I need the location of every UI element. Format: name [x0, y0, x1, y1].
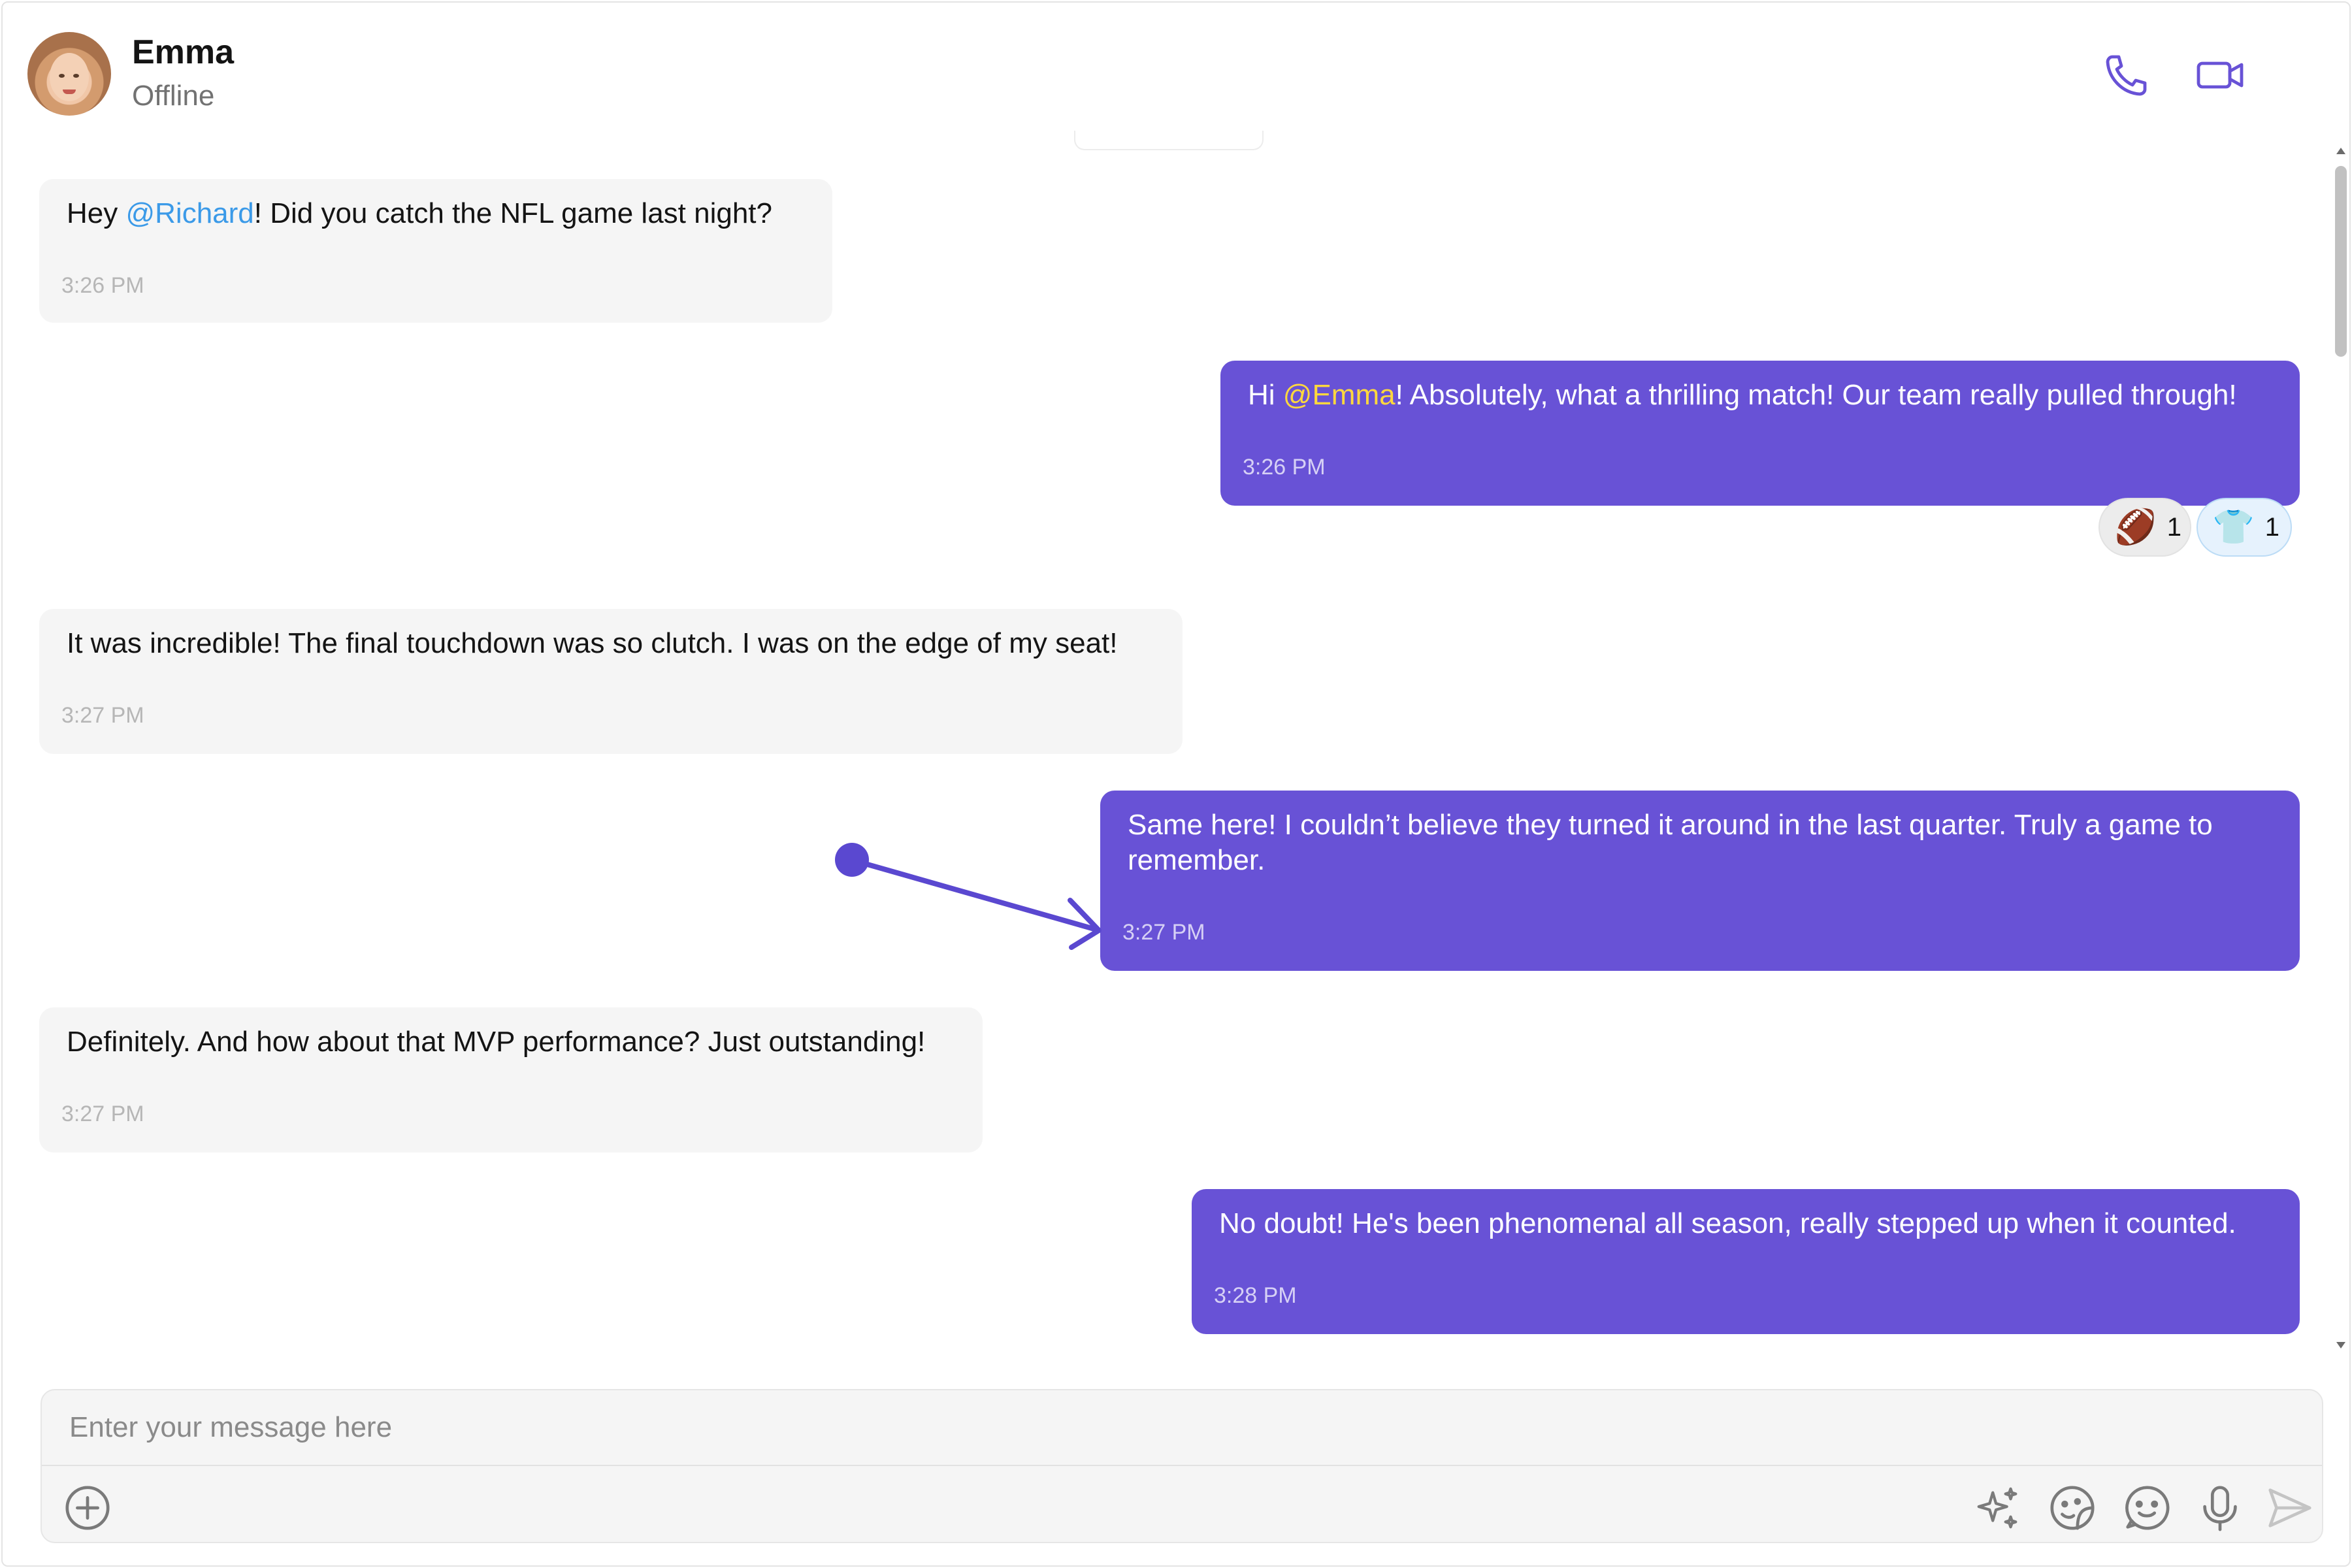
shirt-icon: 👕: [2212, 508, 2255, 546]
reaction-count: 1: [2264, 512, 2279, 542]
message-timestamp: 3:27 PM: [61, 703, 144, 728]
microphone-icon: [2203, 1486, 2237, 1531]
message-text: It was incredible! The final touchdown w…: [67, 627, 1118, 659]
video-call-button[interactable]: [2191, 46, 2250, 105]
message-input[interactable]: [42, 1390, 2322, 1466]
reaction-count: 1: [2166, 512, 2181, 542]
message-bubble-incoming[interactable]: Hey @Richard! Did you catch the NFL game…: [39, 179, 832, 323]
emoji-icon: [2125, 1486, 2170, 1530]
message-text: Hey @Richard! Did you catch the NFL game…: [67, 197, 772, 229]
contact-status: Offline: [132, 80, 215, 112]
message-timestamp: 3:26 PM: [61, 273, 144, 298]
voice-call-button[interactable]: [2097, 46, 2156, 105]
message-text: Definitely. And how about that MVP perfo…: [67, 1026, 926, 1058]
scroll-down-arrow[interactable]: [2336, 1342, 2345, 1348]
message-bubble-incoming[interactable]: Definitely. And how about that MVP perfo…: [39, 1007, 983, 1152]
ai-sparkle-icon: [1977, 1487, 2017, 1529]
message-bubble-outgoing[interactable]: Hi @Emma! Absolutely, what a thrilling m…: [1220, 361, 2300, 506]
date-separator: [1074, 131, 1264, 150]
attach-button[interactable]: [60, 1480, 115, 1535]
message-timestamp: 3:26 PM: [1243, 455, 1326, 480]
avatar[interactable]: [27, 32, 111, 116]
ai-assist-button[interactable]: [1970, 1480, 2025, 1535]
football-icon: 🏈: [2114, 508, 2157, 546]
mention-link[interactable]: @Emma: [1283, 379, 1396, 411]
message-text: Hi @Emma! Absolutely, what a thrilling m…: [1248, 379, 2237, 411]
chat-window: Emma Offline Hey @Richard! Did you catch…: [1, 1, 2351, 1567]
plus-circle-icon: [65, 1486, 110, 1530]
message-text: No doubt! He's been phenomenal all seaso…: [1219, 1207, 2236, 1239]
avatar-eye: [73, 74, 79, 78]
pointer-arrow: [835, 843, 1102, 950]
sticker-button[interactable]: [2045, 1480, 2100, 1535]
message-timestamp: 3:27 PM: [61, 1102, 144, 1126]
contact-name: Emma: [132, 33, 235, 71]
scrollbar-thumb[interactable]: [2335, 166, 2347, 357]
emoji-button[interactable]: [2119, 1480, 2174, 1535]
voice-record-button[interactable]: [2193, 1480, 2247, 1535]
phone-icon: [2106, 55, 2147, 96]
reaction-chip[interactable]: 👕 1: [2197, 498, 2292, 557]
message-timestamp: 3:27 PM: [1122, 920, 1205, 945]
message-bubble-outgoing[interactable]: No doubt! He's been phenomenal all seaso…: [1192, 1189, 2300, 1334]
scroll-up-arrow[interactable]: [2336, 148, 2345, 154]
mention-link[interactable]: @Richard: [125, 197, 253, 229]
message-composer: [41, 1389, 2323, 1543]
video-camera-icon: [2197, 61, 2244, 89]
avatar-eye: [59, 74, 65, 78]
message-bubble-outgoing[interactable]: Same here! I couldn’t believe they turne…: [1100, 791, 2300, 971]
message-bubble-incoming[interactable]: It was incredible! The final touchdown w…: [39, 609, 1183, 754]
send-icon: [2268, 1488, 2311, 1527]
send-button[interactable]: [2262, 1480, 2317, 1535]
sticker-icon: [2050, 1486, 2095, 1530]
reaction-chip[interactable]: 🏈 1: [2099, 498, 2191, 557]
message-text: Same here! I couldn’t believe they turne…: [1128, 809, 2213, 876]
message-timestamp: 3:28 PM: [1214, 1283, 1297, 1308]
